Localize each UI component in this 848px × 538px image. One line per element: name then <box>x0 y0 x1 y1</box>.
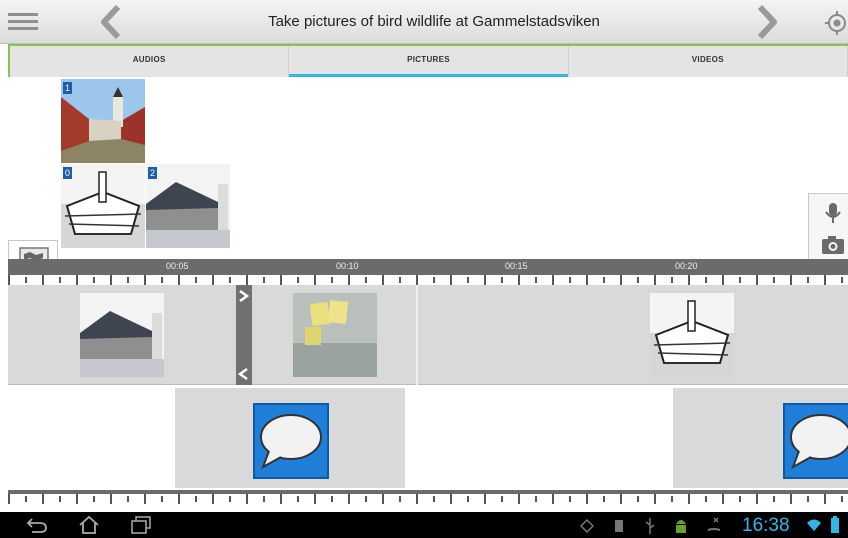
debug-icon <box>615 520 623 532</box>
battery-icon <box>831 516 839 533</box>
previous-arrow-icon[interactable] <box>96 4 126 40</box>
engraving-image <box>61 164 145 248</box>
clip-trim-handle[interactable] <box>236 285 252 385</box>
picture-thumbnail[interactable]: 1 <box>61 79 145 163</box>
tick-label: 00:05 <box>166 261 189 271</box>
tick-label: 00:20 <box>675 261 698 271</box>
speech-bubble-icon <box>260 414 322 470</box>
microphone-icon[interactable] <box>820 202 846 224</box>
media-tabs: AUDIOS PICTURES VIDEOS <box>8 44 848 77</box>
menu-icon[interactable] <box>8 10 38 34</box>
android-icon <box>676 520 686 533</box>
comment-block[interactable] <box>673 388 848 488</box>
tick-label: 00:15 <box>505 261 528 271</box>
comment-ruler[interactable] <box>8 490 848 504</box>
back-icon[interactable] <box>26 517 48 533</box>
comment-track <box>8 386 848 490</box>
comment-block[interactable] <box>175 388 405 488</box>
title-bar: Take pictures of bird wildlife at Gammel… <box>0 0 848 44</box>
usb-icon <box>645 518 655 534</box>
next-arrow-icon[interactable] <box>752 4 782 40</box>
recent-apps-icon[interactable] <box>130 516 152 534</box>
timeline-ruler[interactable]: 00:05 00:10 00:15 00:20 <box>8 259 848 285</box>
timeline-clip[interactable] <box>80 293 164 377</box>
comment-button[interactable] <box>783 403 848 479</box>
village-street-image <box>61 79 145 163</box>
speech-bubble-icon <box>790 414 848 470</box>
tab-audios[interactable]: AUDIOS <box>10 46 290 77</box>
page-title: Take pictures of bird wildlife at Gammel… <box>268 13 600 30</box>
tick-label: 00:10 <box>336 261 359 271</box>
tab-pictures[interactable]: PICTURES <box>289 46 569 77</box>
notification-icon <box>580 519 594 533</box>
picture-thumbnail[interactable]: 0 <box>61 164 145 248</box>
timeline-clip[interactable] <box>650 293 734 377</box>
locate-icon[interactable] <box>824 10 848 36</box>
timeline-clip[interactable] <box>293 293 377 377</box>
picture-index-badge: 2 <box>148 167 157 179</box>
picture-index-badge: 0 <box>63 167 72 179</box>
ruler-ticks <box>8 275 848 285</box>
stone-church-image <box>146 164 230 248</box>
tab-videos[interactable]: VIDEOS <box>569 46 848 77</box>
picture-thumbnail[interactable]: 2 <box>146 164 230 248</box>
missed-call-icon <box>707 517 721 531</box>
clip-track <box>8 285 848 385</box>
camera-icon[interactable] <box>820 234 846 256</box>
home-icon[interactable] <box>78 515 100 535</box>
wifi-icon <box>807 519 821 531</box>
app-window: Take pictures of bird wildlife at Gammel… <box>0 0 848 538</box>
picture-index-badge: 1 <box>63 82 72 94</box>
system-clock: 16:38 <box>742 515 790 536</box>
comment-button[interactable] <box>253 403 329 479</box>
trim-arrows-icon <box>237 289 250 381</box>
clip-divider <box>416 285 418 385</box>
ruler-ticks <box>8 494 848 504</box>
system-navigation-bar: 16:38 <box>0 512 848 538</box>
